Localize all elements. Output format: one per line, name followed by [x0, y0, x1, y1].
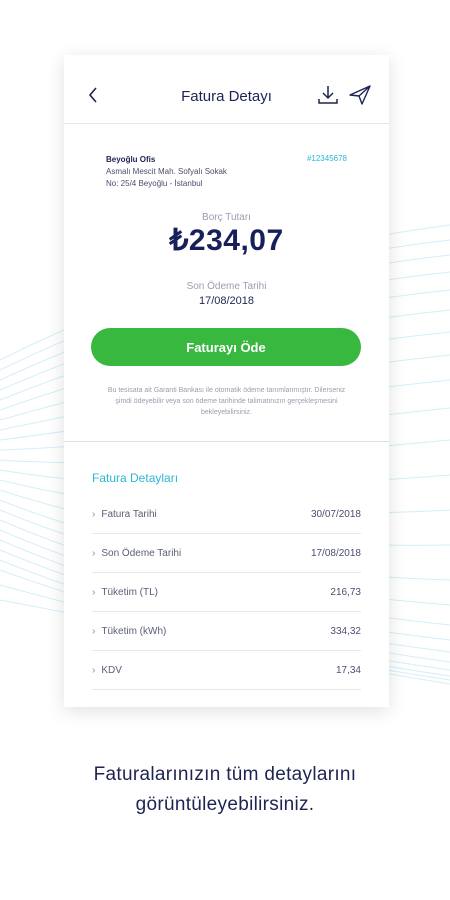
detail-value: 30/07/2018	[310, 508, 361, 520]
debt-amount: ₺234,07	[169, 224, 284, 257]
detail-row-consumption-kwh[interactable]: › Tüketim (kWh) 334,32	[92, 612, 361, 651]
debt-label: Borç Tutarı	[202, 212, 251, 223]
pay-invoice-button[interactable]: Faturayı Öde	[91, 328, 361, 366]
autopay-notice: Bu tesisata ait Garanti Bankası ile otom…	[107, 387, 346, 416]
detail-value: 17/08/2018	[310, 547, 361, 559]
detail-label: KDV	[101, 664, 122, 676]
address-block: Beyoğlu Ofis Asmalı Mescit Mah. Sofyalı …	[106, 154, 227, 190]
detail-label: Tüketim (kWh)	[101, 625, 167, 637]
phone-screen: Fatura Detayı Beyoğlu Ofis Asmalı Mescit…	[64, 55, 389, 707]
send-icon[interactable]	[348, 84, 372, 106]
details-title: Fatura Detayları	[92, 471, 179, 485]
chevron-right-icon: ›	[92, 625, 96, 637]
details-list: › Fatura Tarihi 30/07/2018 › Son Ödeme T…	[92, 495, 361, 690]
chevron-right-icon: ›	[92, 547, 96, 559]
address-line2: No: 25/4 Beyoğlu - İstanbul	[106, 179, 203, 188]
chevron-right-icon: ›	[92, 508, 96, 520]
detail-row-vat[interactable]: › KDV 17,34	[92, 651, 361, 690]
due-date-label: Son Ödeme Tarihi	[186, 281, 267, 292]
detail-row-invoice-date[interactable]: › Fatura Tarihi 30/07/2018	[92, 495, 361, 534]
address-name: Beyoğlu Ofis	[106, 155, 156, 164]
detail-value: 216,73	[330, 586, 361, 598]
download-icon[interactable]	[316, 83, 340, 107]
detail-value: 17,34	[335, 664, 361, 676]
address-line1: Asmalı Mescit Mah. Sofyalı Sokak	[106, 167, 227, 176]
detail-row-due-date[interactable]: › Son Ödeme Tarihi 17/08/2018	[92, 534, 361, 573]
detail-label: Tüketim (TL)	[101, 586, 159, 598]
caption-line2: görüntüleyebilirsiniz.	[135, 794, 315, 815]
header-bar: Fatura Detayı	[64, 55, 389, 124]
chevron-right-icon: ›	[92, 664, 96, 676]
caption-line1: Faturalarınızın tüm detaylarını	[93, 764, 357, 785]
detail-label: Son Ödeme Tarihi	[101, 547, 182, 559]
detail-value: 334,32	[330, 625, 361, 637]
due-date-value: 17/08/2018	[198, 295, 255, 307]
chevron-right-icon: ›	[92, 586, 96, 598]
detail-row-consumption-tl[interactable]: › Tüketim (TL) 216,73	[92, 573, 361, 612]
section-divider	[64, 441, 389, 442]
page-title: Fatura Detayı	[181, 88, 272, 105]
invoice-number: #12345678	[306, 154, 347, 163]
detail-label: Fatura Tarihi	[101, 508, 157, 520]
